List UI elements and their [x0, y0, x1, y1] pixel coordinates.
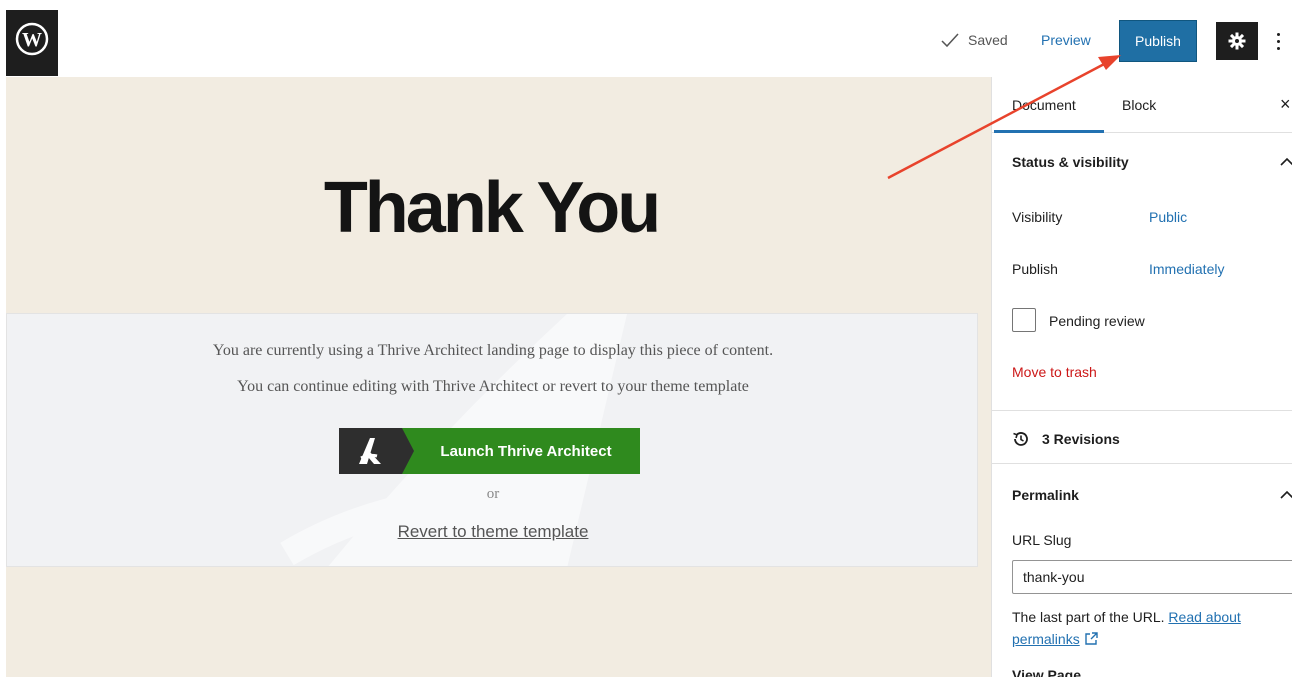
chevron-up-icon[interactable] — [1280, 490, 1292, 500]
notice-text-line1: You are currently using a Thrive Archite… — [212, 342, 774, 359]
close-icon[interactable]: × — [1280, 94, 1291, 115]
permalink-help-text: The last part of the URL. Read about per… — [1012, 606, 1282, 650]
revert-link-label: Revert to theme template — [397, 522, 589, 541]
launch-button-label: Launch Thrive Architect — [402, 428, 640, 474]
pending-review-checkbox[interactable] — [1012, 308, 1036, 332]
permalink-help-prefix: The last part of the URL. — [1012, 609, 1165, 625]
external-link-icon[interactable] — [1084, 632, 1098, 646]
or-separator: or — [486, 486, 500, 502]
more-options-button[interactable] — [1270, 26, 1286, 56]
saved-label: Saved — [968, 32, 1008, 48]
status-visibility-heading[interactable]: Status & visibility — [1012, 154, 1129, 170]
more-vertical-icon — [1276, 32, 1280, 36]
move-to-trash-button[interactable]: Move to trash — [1012, 364, 1097, 380]
check-icon — [941, 33, 959, 48]
gear-icon — [1228, 32, 1246, 50]
thrive-notice-panel: You are currently using a Thrive Archite… — [6, 313, 978, 567]
pending-review-label[interactable]: Pending review — [1049, 313, 1145, 329]
page-title[interactable]: Thank You — [6, 167, 976, 249]
tab-document[interactable]: Document — [1012, 97, 1076, 113]
permalink-heading[interactable]: Permalink — [1012, 487, 1079, 503]
url-slug-input[interactable] — [1012, 560, 1292, 594]
revisions-button[interactable]: 3 Revisions — [1012, 430, 1120, 448]
saved-status: Saved — [940, 32, 1008, 48]
thrive-architect-logo-icon — [339, 428, 414, 474]
publish-label: Publish — [1012, 261, 1058, 277]
launch-thrive-architect-button[interactable]: Launch Thrive Architect — [339, 428, 640, 474]
history-icon — [1013, 432, 1028, 446]
preview-button[interactable]: Preview — [1041, 32, 1091, 48]
svg-text:W: W — [22, 29, 42, 51]
view-page-heading: View Page — [1012, 667, 1082, 677]
chevron-up-icon[interactable] — [1280, 157, 1292, 167]
wordpress-logo-icon: W — [15, 22, 49, 56]
active-tab-indicator — [994, 130, 1104, 133]
visibility-value-button[interactable]: Public — [1149, 209, 1187, 225]
sidebar-tabs: Document Block × — [992, 77, 1292, 133]
notice-text-line2: You can continue editing with Thrive Arc… — [237, 378, 749, 395]
settings-button[interactable] — [1216, 22, 1258, 60]
revisions-label: 3 Revisions — [1042, 431, 1120, 447]
settings-sidebar: Document Block × Status & visibility Vis… — [991, 77, 1292, 677]
tab-block[interactable]: Block — [1122, 97, 1156, 113]
revert-to-theme-link[interactable]: Revert to theme template — [7, 522, 977, 542]
visibility-label: Visibility — [1012, 209, 1063, 225]
divider — [992, 410, 1292, 411]
url-slug-label: URL Slug — [1012, 532, 1072, 548]
wordpress-logo-button[interactable]: W — [6, 10, 58, 76]
editor-topbar: W Saved Preview Publish — [0, 0, 1292, 77]
divider — [992, 463, 1292, 464]
publish-button[interactable]: Publish — [1119, 20, 1197, 62]
editor-canvas: Thank You You are currently using a Thri… — [6, 77, 991, 677]
publish-date-button[interactable]: Immediately — [1149, 261, 1224, 277]
